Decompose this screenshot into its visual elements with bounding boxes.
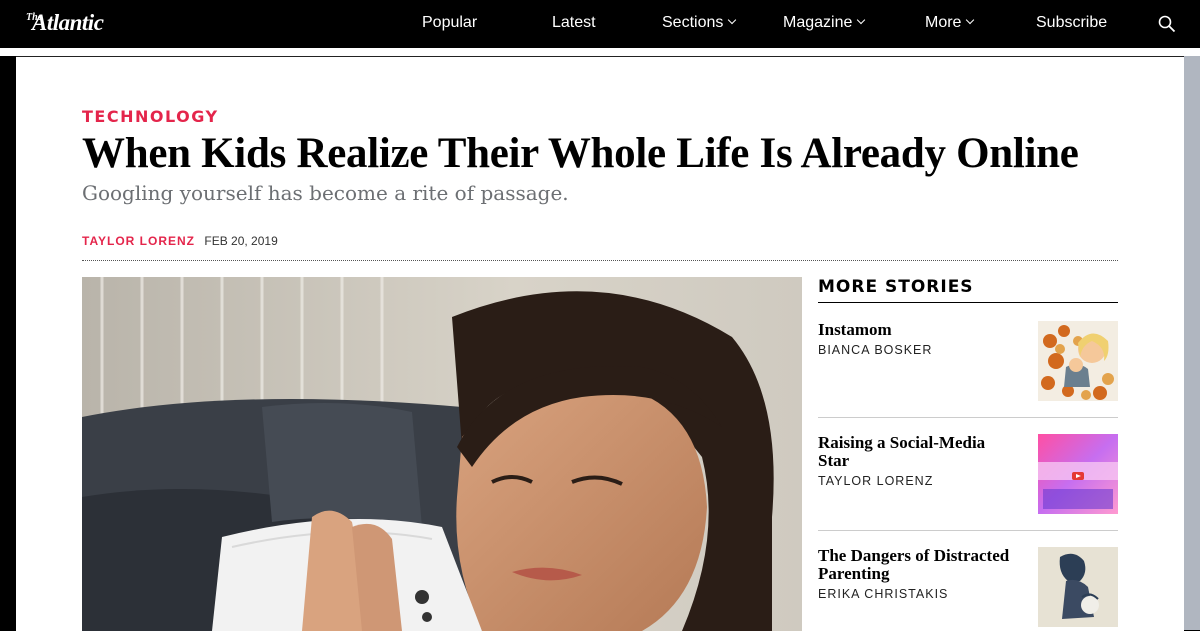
story-thumbnail[interactable] [1038, 321, 1118, 401]
nav-magazine[interactable]: Magazine [783, 14, 866, 32]
article-page: TECHNOLOGY When Kids Realize Their Whole… [16, 56, 1184, 631]
story-author[interactable]: TAYLOR LORENZ [818, 474, 933, 488]
story-title[interactable]: The Dangers of Distracted Parenting [818, 547, 1018, 583]
story-card[interactable]: Raising a Social-Media Star TAYLOR LOREN… [818, 434, 1118, 514]
story-divider [818, 417, 1118, 418]
article-dek: Googling yourself has become a rite of p… [82, 181, 569, 205]
chevron-down-icon [966, 15, 975, 25]
chevron-down-icon [857, 15, 866, 25]
story-card[interactable]: The Dangers of Distracted Parenting ERIK… [818, 547, 1118, 627]
nav-subscribe[interactable]: Subscribe [1036, 14, 1107, 32]
story-author[interactable]: BIANCA BOSKER [818, 343, 932, 357]
story-title[interactable]: Raising a Social-Media Star [818, 434, 1018, 470]
nav-popular[interactable]: Popular [422, 14, 477, 32]
chevron-down-icon [728, 15, 737, 25]
nav-more[interactable]: More [925, 14, 975, 32]
author-link[interactable]: TAYLOR LORENZ [82, 234, 195, 248]
nav-sections-label: Sections [662, 14, 724, 31]
byline-divider [82, 260, 1118, 261]
nav-magazine-label: Magazine [783, 14, 853, 31]
nav-latest[interactable]: Latest [552, 14, 596, 32]
story-author[interactable]: ERIKA CHRISTAKIS [818, 587, 948, 601]
hero-image [82, 277, 802, 631]
story-divider [818, 530, 1118, 531]
nav-more-label: More [925, 14, 962, 31]
search-icon [1158, 15, 1176, 33]
nav-sections[interactable]: Sections [662, 14, 737, 32]
logo-name: Atlantic [32, 10, 104, 35]
section-label[interactable]: TECHNOLOGY [82, 107, 219, 126]
story-card[interactable]: Instamom BIANCA BOSKER [818, 321, 1118, 401]
article-headline: When Kids Realize Their Whole Life Is Al… [82, 130, 1079, 177]
more-stories-heading: MORE STORIES [818, 277, 1118, 303]
search-button[interactable] [1158, 15, 1176, 38]
header-divider-strip [0, 48, 1200, 56]
story-title[interactable]: Instamom [818, 321, 1018, 339]
byline: TAYLOR LORENZ FEB 20, 2019 [82, 234, 278, 248]
top-navigation-bar: The Atlantic Popular Latest Sections Mag… [0, 0, 1200, 48]
publish-date: FEB 20, 2019 [204, 234, 278, 248]
story-thumbnail[interactable] [1038, 434, 1118, 514]
story-thumbnail[interactable] [1038, 547, 1118, 627]
page-background [1184, 56, 1200, 630]
